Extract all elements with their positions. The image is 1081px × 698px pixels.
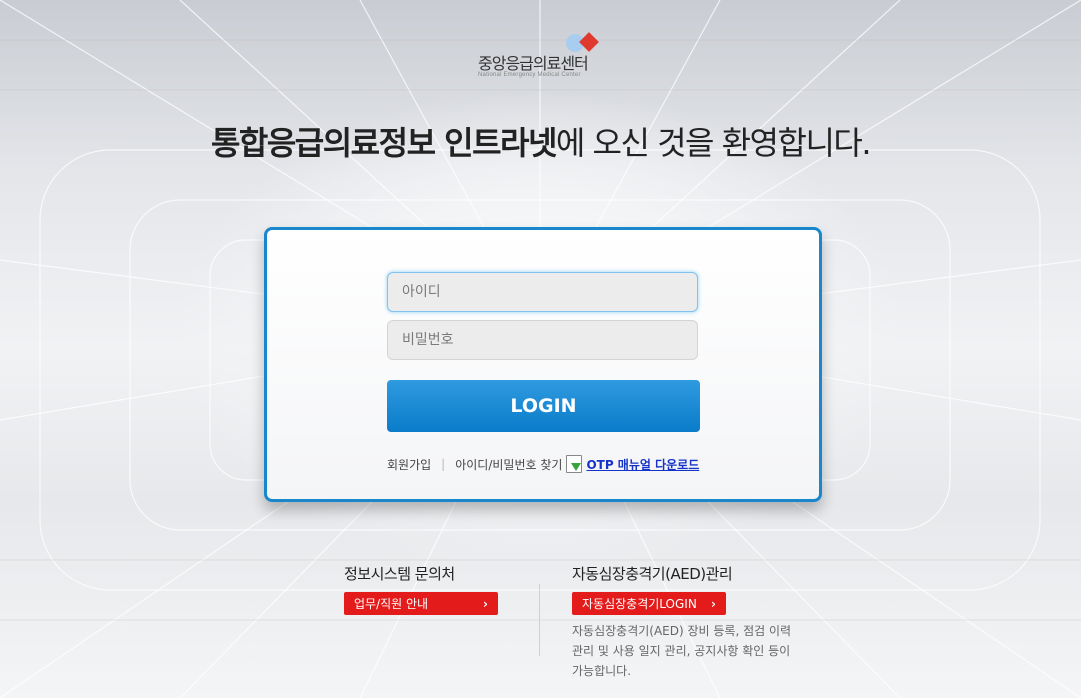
staff-guide-button[interactable]: 업무/직원 안내 › (344, 592, 498, 615)
otp-manual-download-link[interactable]: OTP 매뉴얼 다운로드 (586, 456, 699, 473)
chevron-right-icon: › (483, 596, 488, 611)
password-input[interactable] (387, 320, 698, 360)
id-input[interactable] (387, 272, 698, 312)
staff-guide-button-label: 업무/직원 안내 (354, 597, 429, 611)
chevron-right-icon: › (711, 596, 716, 611)
download-file-icon (566, 455, 583, 473)
section-divider (539, 584, 540, 656)
logo-red-diamond (579, 32, 599, 52)
contact-section: 정보시스템 문의처 업무/직원 안내 › (344, 563, 534, 615)
aed-login-button-label: 자동심장충격기LOGIN (582, 597, 697, 611)
link-separator: | (441, 457, 446, 471)
welcome-heading: 통합응급의료정보 인트라넷에 오신 것을 환영합니다. (0, 118, 1081, 164)
login-button[interactable]: LOGIN (387, 380, 700, 432)
welcome-heading-rest: 에 오신 것을 환영합니다. (555, 124, 872, 162)
login-links: 회원가입 | 아이디/비밀번호 찾기 OTP 매뉴얼 다운로드 (387, 454, 699, 474)
welcome-heading-bold: 통합응급의료정보 인트라넷 (210, 124, 557, 162)
aed-description: 자동심장충격기(AED) 장비 등록, 점검 이력 관리 및 사용 일지 관리,… (572, 624, 792, 678)
find-account-link[interactable]: 아이디/비밀번호 찾기 (455, 456, 562, 473)
aed-title: 자동심장충격기(AED)관리 (572, 565, 733, 583)
signup-link[interactable]: 회원가입 (387, 456, 431, 473)
center-logo: 중앙응급의료센터 National Emergency Medical Cent… (476, 30, 608, 82)
contact-title: 정보시스템 문의처 (344, 565, 455, 583)
logo-mark (566, 32, 606, 52)
logo-subtitle: National Emergency Medical Center (478, 72, 581, 78)
aed-login-button[interactable]: 자동심장충격기LOGIN › (572, 592, 726, 615)
aed-section: 자동심장충격기(AED)관리 자동심장충격기LOGIN › 자동심장충격기(AE… (572, 563, 812, 681)
login-panel: LOGIN 회원가입 | 아이디/비밀번호 찾기 OTP 매뉴얼 다운로드 (264, 227, 822, 502)
logo-name: 중앙응급의료센터 (478, 54, 589, 73)
